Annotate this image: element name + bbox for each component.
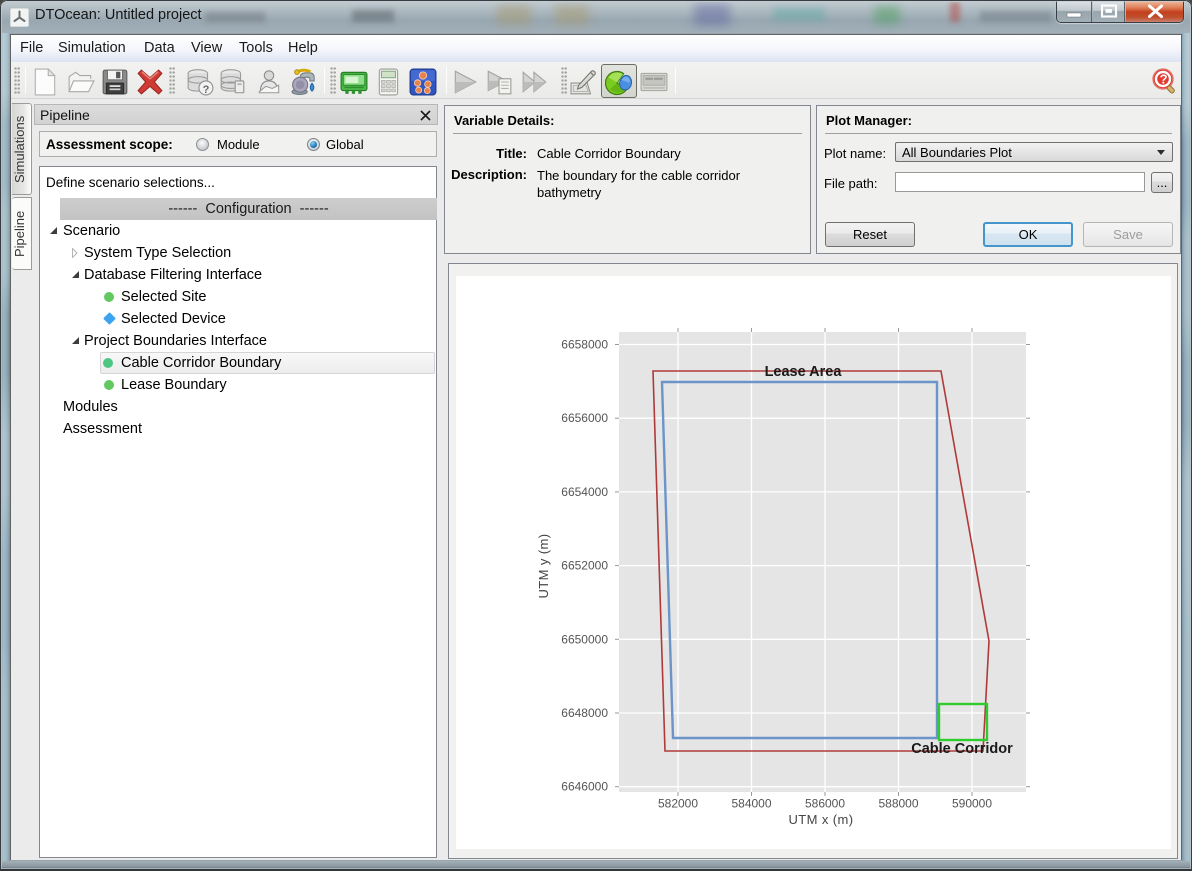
svg-text:6648000: 6648000 xyxy=(561,706,608,720)
svg-text:6652000: 6652000 xyxy=(561,559,608,573)
svg-text:590000: 590000 xyxy=(952,797,992,811)
svg-text:?: ? xyxy=(203,84,210,96)
svg-text:6658000: 6658000 xyxy=(561,338,608,352)
svg-text:588000: 588000 xyxy=(878,797,918,811)
svg-text:UTM x (m): UTM x (m) xyxy=(789,812,854,827)
svg-text:6650000: 6650000 xyxy=(561,632,608,646)
svg-text:582000: 582000 xyxy=(658,797,698,811)
svg-text:Cable Corridor: Cable Corridor xyxy=(911,741,1013,757)
svg-text:Lease Area: Lease Area xyxy=(765,364,843,380)
svg-text:6646000: 6646000 xyxy=(561,780,608,794)
svg-text:?: ? xyxy=(1160,72,1168,87)
svg-text:UTM y (m): UTM y (m) xyxy=(536,534,551,599)
svg-text:584000: 584000 xyxy=(731,797,771,811)
svg-text:6656000: 6656000 xyxy=(561,411,608,425)
svg-text:6654000: 6654000 xyxy=(561,485,608,499)
svg-text:586000: 586000 xyxy=(805,797,845,811)
